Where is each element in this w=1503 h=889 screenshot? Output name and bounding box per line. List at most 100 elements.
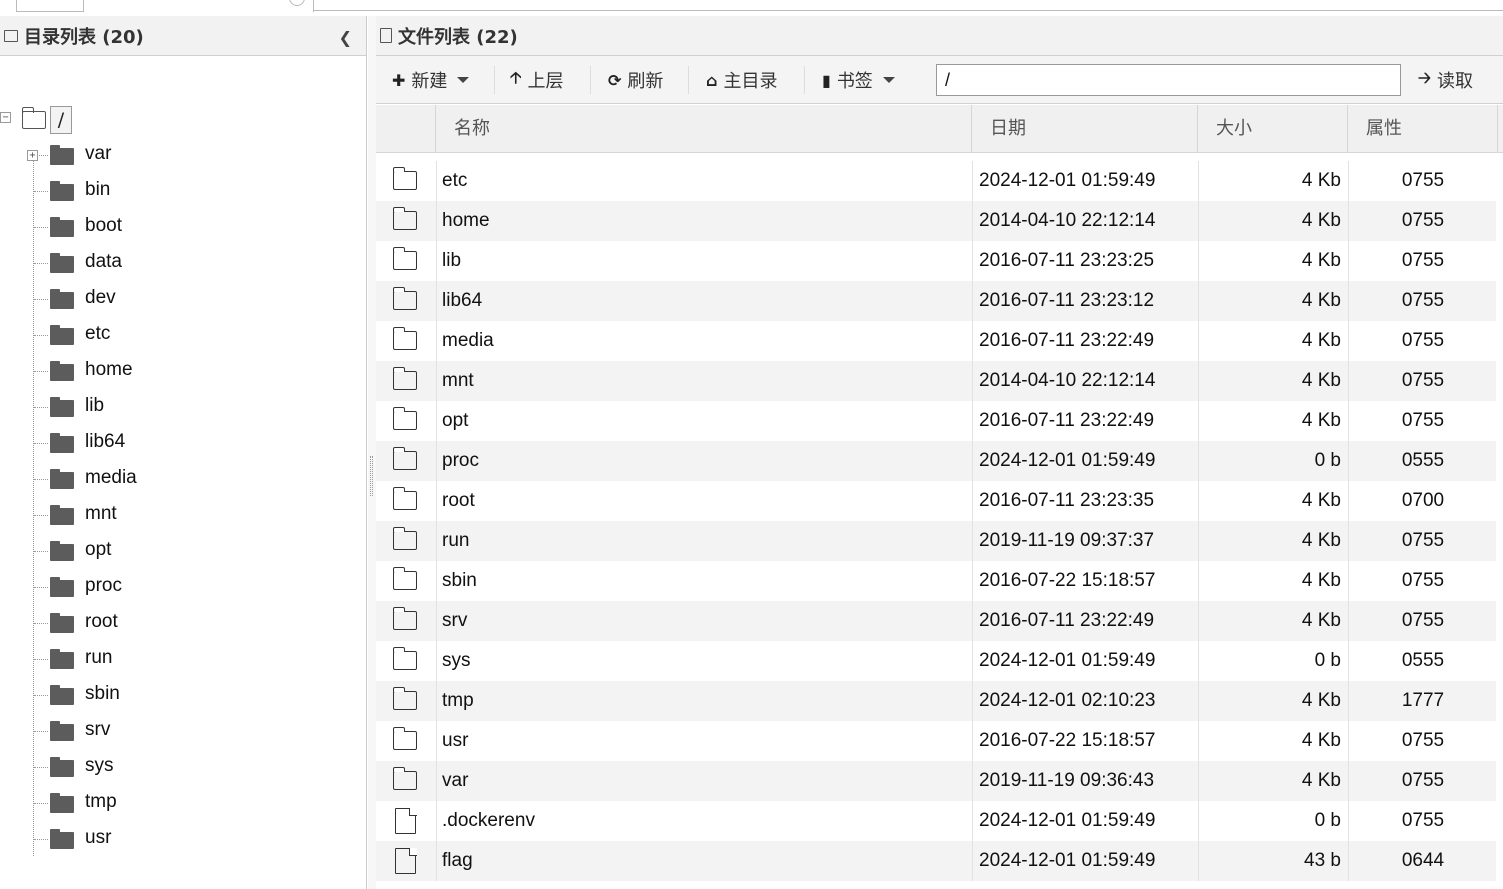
tree-item[interactable]: srv: [0, 714, 360, 750]
folder-icon: [392, 327, 417, 350]
file-name[interactable]: flag: [442, 841, 962, 881]
tree-item[interactable]: data: [0, 246, 360, 282]
tree-item[interactable]: bin: [0, 174, 360, 210]
scroll-left-icon[interactable]: [0, 0, 10, 12]
file-name[interactable]: usr: [442, 721, 962, 761]
file-row[interactable]: sbin 2016-07-22 15:18:57 4 Kb 0755: [376, 561, 1496, 601]
folder-icon: [50, 145, 74, 165]
tree-item[interactable]: mnt: [0, 498, 360, 534]
file-attr: 0755: [1401, 530, 1445, 551]
tree-item[interactable]: sbin: [0, 678, 360, 714]
cell-divider: [436, 681, 437, 721]
file-name[interactable]: lib: [442, 241, 962, 281]
column-header-attr[interactable]: 属性: [1348, 105, 1498, 153]
tree-collapse-icon[interactable]: −: [0, 112, 11, 123]
tree-item[interactable]: dev: [0, 282, 360, 318]
file-name[interactable]: tmp: [442, 681, 962, 721]
tree-item[interactable]: media: [0, 462, 360, 498]
tree-item[interactable]: boot: [0, 210, 360, 246]
file-name[interactable]: mnt: [442, 361, 962, 401]
column-header-size[interactable]: 大小: [1198, 105, 1348, 153]
file-row[interactable]: run 2019-11-19 09:37:37 4 Kb 0755: [376, 521, 1496, 561]
file-row[interactable]: lib 2016-07-11 23:23:25 4 Kb 0755: [376, 241, 1496, 281]
tree-item[interactable]: proc: [0, 570, 360, 606]
read-button[interactable]: 🡢 读取: [1418, 64, 1473, 96]
file-name[interactable]: home: [442, 201, 962, 241]
file-name[interactable]: etc: [442, 161, 962, 201]
path-input[interactable]: /: [936, 64, 1401, 96]
tree-connector: [34, 299, 48, 300]
cell-divider: [972, 681, 973, 721]
file-name[interactable]: srv: [442, 601, 962, 641]
tree-item[interactable]: etc: [0, 318, 360, 354]
chevron-left-icon[interactable]: ❮: [339, 28, 352, 47]
tab-1[interactable]: [16, 0, 84, 12]
file-name[interactable]: proc: [442, 441, 962, 481]
tree-item[interactable]: run: [0, 642, 360, 678]
cell-divider: [436, 601, 437, 641]
file-row[interactable]: lib64 2016-07-11 23:23:12 4 Kb 0755: [376, 281, 1496, 321]
cell-divider: [436, 441, 437, 481]
file-name[interactable]: lib64: [442, 281, 962, 321]
file-row[interactable]: proc 2024-12-01 01:59:49 0 b 0555: [376, 441, 1496, 481]
file-row[interactable]: .dockerenv 2024-12-01 01:59:49 0 b 0755: [376, 801, 1496, 841]
file-row[interactable]: flag 2024-12-01 01:59:49 43 b 0644: [376, 841, 1496, 881]
refresh-button[interactable]: ⟳ 刷新: [608, 64, 663, 96]
file-row[interactable]: home 2014-04-10 22:12:14 4 Kb 0755: [376, 201, 1496, 241]
file-name[interactable]: opt: [442, 401, 962, 441]
bookmark-button[interactable]: ▮ 书签: [822, 64, 895, 96]
column-header-name[interactable]: 名称: [436, 105, 972, 153]
column-header-date[interactable]: 日期: [972, 105, 1198, 153]
file-name[interactable]: run: [442, 521, 962, 561]
file-row[interactable]: root 2016-07-11 23:23:35 4 Kb 0700: [376, 481, 1496, 521]
home-icon: ⌂: [706, 70, 718, 90]
file-row[interactable]: tmp 2024-12-01 02:10:23 4 Kb 1777: [376, 681, 1496, 721]
file-name[interactable]: sbin: [442, 561, 962, 601]
tab-close-icon[interactable]: [289, 0, 305, 6]
tree-item[interactable]: lib: [0, 390, 360, 426]
new-button[interactable]: ✚ 新建: [392, 64, 470, 96]
tree-item[interactable]: sys: [0, 750, 360, 786]
caret-down-icon: [882, 77, 895, 83]
file-name[interactable]: sys: [442, 641, 962, 681]
file-attr: 0555: [1401, 650, 1445, 671]
up-button[interactable]: 🡡 上层: [510, 64, 564, 96]
file-row-icon-cell: [376, 601, 434, 641]
file-name[interactable]: var: [442, 761, 962, 801]
toolbar-separator: [590, 66, 591, 94]
file-date: 2016-07-11 23:22:49: [979, 610, 1155, 631]
home-button[interactable]: ⌂ 主目录: [706, 64, 777, 96]
tree-expand-icon[interactable]: +: [27, 150, 38, 161]
tree-item[interactable]: tmp: [0, 786, 360, 822]
folder-icon: [50, 793, 74, 813]
tree-item[interactable]: usr: [0, 822, 360, 858]
file-row[interactable]: media 2016-07-11 23:22:49 4 Kb 0755: [376, 321, 1496, 361]
tree-item[interactable]: home: [0, 354, 360, 390]
folder-icon: [50, 433, 74, 453]
file-name[interactable]: root: [442, 481, 962, 521]
tree-item-label: sys: [85, 755, 114, 776]
file-row[interactable]: usr 2016-07-22 15:18:57 4 Kb 0755: [376, 721, 1496, 761]
file-row[interactable]: mnt 2014-04-10 22:12:14 4 Kb 0755: [376, 361, 1496, 401]
file-row-icon-cell: [376, 361, 434, 401]
file-row[interactable]: etc 2024-12-01 01:59:49 4 Kb 0755: [376, 161, 1496, 201]
tree-item[interactable]: opt: [0, 534, 360, 570]
file-name[interactable]: .dockerenv: [442, 801, 962, 841]
file-name[interactable]: media: [442, 321, 962, 361]
splitter-grip[interactable]: [370, 456, 373, 496]
file-row[interactable]: srv 2016-07-11 23:22:49 4 Kb 0755: [376, 601, 1496, 641]
tree-item[interactable]: root: [0, 606, 360, 642]
tree-item[interactable]: + var: [0, 138, 360, 174]
file-row-icon-cell: [376, 161, 434, 201]
arrow-right-icon: 🡢: [1418, 67, 1431, 87]
file-row[interactable]: var 2019-11-19 09:36:43 4 Kb 0755: [376, 761, 1496, 801]
panel-splitter[interactable]: [368, 16, 376, 889]
tab-2[interactable]: [84, 0, 314, 12]
cell-divider: [972, 441, 973, 481]
tree-item-label: opt: [85, 539, 112, 560]
file-row[interactable]: opt 2016-07-11 23:22:49 4 Kb 0755: [376, 401, 1496, 441]
tree-item[interactable]: lib64: [0, 426, 360, 462]
tree-root-label[interactable]: /: [50, 106, 72, 134]
tree-connector: [34, 335, 48, 336]
file-row[interactable]: sys 2024-12-01 01:59:49 0 b 0555: [376, 641, 1496, 681]
